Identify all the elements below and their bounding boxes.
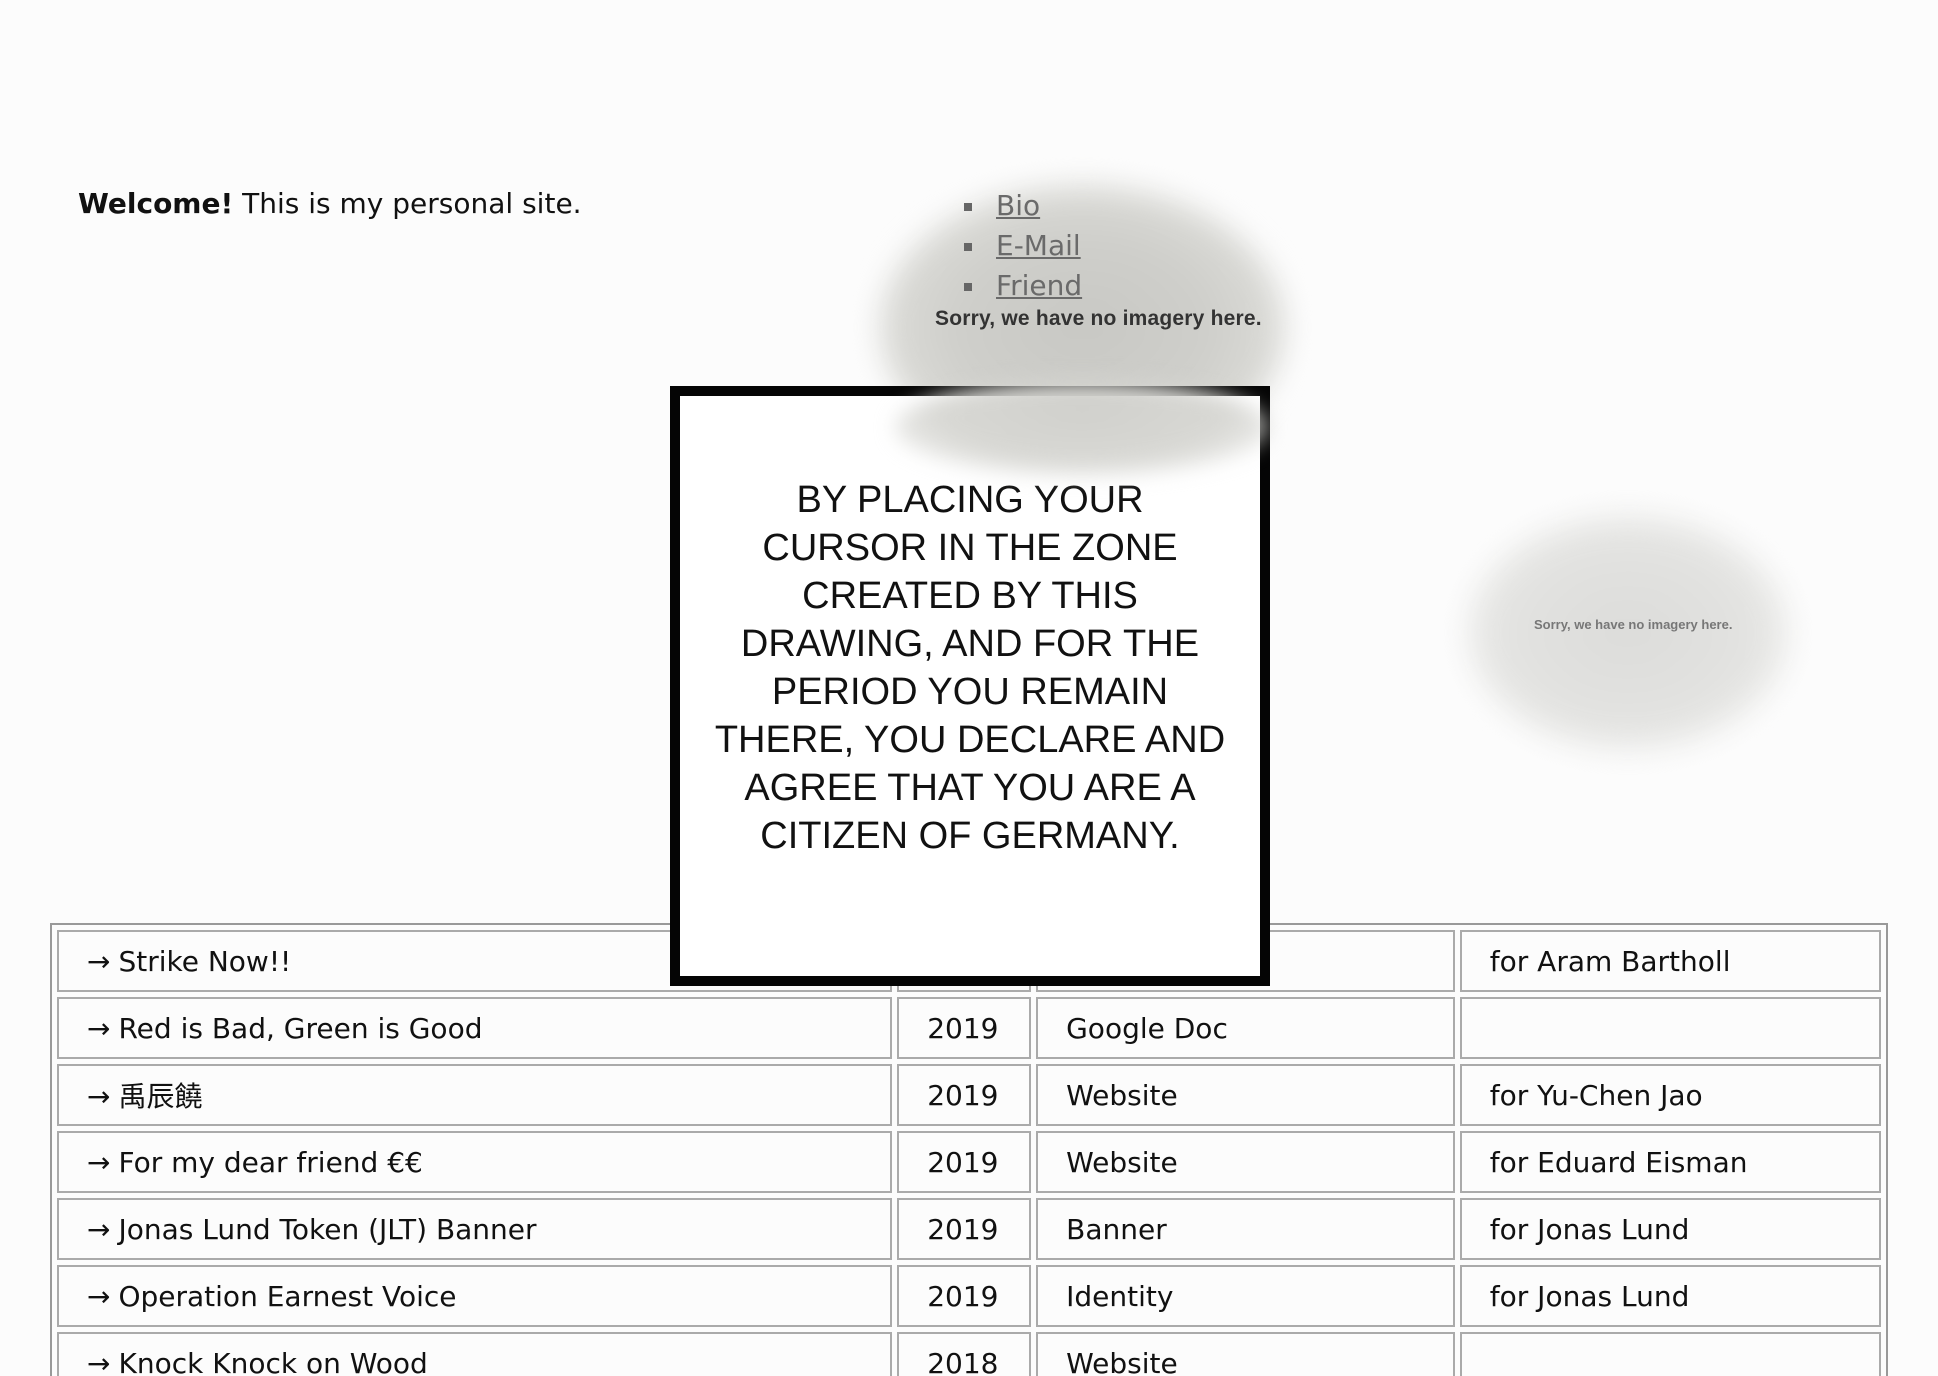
- work-type: Identity: [1036, 1265, 1455, 1327]
- welcome-bold: Welcome!: [78, 187, 234, 220]
- table-row[interactable]: → Jonas Lund Token (JLT) Banner 2019 Banner…: [57, 1198, 1881, 1260]
- work-type: Website: [1036, 1332, 1455, 1376]
- work-title[interactable]: Knock Knock on Wood: [118, 1347, 427, 1376]
- modal-cloud-overlay: [895, 380, 1270, 475]
- welcome-message: Welcome! This is my personal site.: [78, 186, 582, 222]
- table-row[interactable]: → 禹辰饒 2019 Website for Yu-Chen Jao: [57, 1064, 1881, 1126]
- map-no-imagery-text: Sorry, we have no imagery here.: [935, 307, 1262, 330]
- nav-item-email: E-Mail: [960, 226, 1082, 266]
- arrow-icon: →: [87, 1346, 111, 1376]
- work-credit: for Yu-Chen Jao: [1459, 1064, 1881, 1126]
- works-table: → Strike Now!! for Aram Bartholl → Red is Ba…: [50, 923, 1888, 1376]
- work-title[interactable]: Jonas Lund Token (JLT) Banner: [118, 1213, 536, 1246]
- work-title-cell[interactable]: → Operation Earnest Voice: [57, 1265, 893, 1327]
- nav-item-friend: Friend: [960, 266, 1082, 306]
- nav-link-friend[interactable]: Friend: [996, 269, 1082, 302]
- table-row[interactable]: → Red is Bad, Green is Good 2019 Google Doc: [57, 997, 1881, 1059]
- work-title[interactable]: For my dear friend €€: [118, 1146, 422, 1179]
- work-credit: for Aram Bartholl: [1459, 930, 1881, 992]
- work-credit: for Eduard Eisman: [1459, 1131, 1881, 1193]
- map-no-imagery-text-2: Sorry, we have no imagery here.: [1534, 617, 1733, 632]
- work-credit: for Jonas Lund: [1459, 1198, 1881, 1260]
- arrow-icon: →: [87, 1279, 111, 1313]
- work-year: 2019: [897, 997, 1032, 1059]
- work-year: 2019: [897, 1131, 1032, 1193]
- work-year: 2019: [897, 1064, 1032, 1126]
- work-title[interactable]: Red is Bad, Green is Good: [118, 1012, 482, 1045]
- arrow-icon: →: [87, 944, 111, 978]
- modal-text: BY PLACING YOUR CURSOR IN THE ZONE CREAT…: [714, 479, 1226, 857]
- work-title-cell[interactable]: → Jonas Lund Token (JLT) Banner: [57, 1198, 893, 1260]
- arrow-icon: →: [87, 1212, 111, 1246]
- citizenship-modal[interactable]: BY PLACING YOUR CURSOR IN THE ZONE CREAT…: [670, 386, 1270, 986]
- work-credit: for Jonas Lund: [1459, 1265, 1881, 1327]
- map-cloud-overlay-2: [1468, 515, 1788, 750]
- table-row[interactable]: → For my dear friend €€ 2019 Website for Edu…: [57, 1131, 1881, 1193]
- work-type: Website: [1036, 1064, 1455, 1126]
- arrow-icon: →: [87, 1011, 111, 1045]
- work-title-cell[interactable]: → Knock Knock on Wood: [57, 1332, 893, 1376]
- work-type: Banner: [1036, 1198, 1455, 1260]
- work-title-cell[interactable]: → Red is Bad, Green is Good: [57, 997, 893, 1059]
- welcome-text: This is my personal site.: [233, 187, 582, 220]
- nav-link-email[interactable]: E-Mail: [996, 229, 1081, 262]
- work-credit: [1459, 997, 1881, 1059]
- table-row[interactable]: → Operation Earnest Voice 2019 Identity for …: [57, 1265, 1881, 1327]
- work-year: 2018: [897, 1332, 1032, 1376]
- work-title[interactable]: Strike Now!!: [118, 945, 291, 978]
- arrow-icon: →: [87, 1080, 111, 1113]
- work-year: 2019: [897, 1265, 1032, 1327]
- work-type: Website: [1036, 1131, 1455, 1193]
- arrow-icon: →: [87, 1145, 111, 1179]
- work-title[interactable]: 禹辰饒: [118, 1080, 202, 1113]
- work-credit: [1459, 1332, 1881, 1376]
- nav-list: Bio E-Mail Friend: [960, 186, 1082, 306]
- work-title-cell[interactable]: → For my dear friend €€: [57, 1131, 893, 1193]
- nav-item-bio: Bio: [960, 186, 1082, 226]
- work-year: 2019: [897, 1198, 1032, 1260]
- work-title-cell[interactable]: → 禹辰饒: [57, 1064, 893, 1126]
- work-title[interactable]: Operation Earnest Voice: [118, 1280, 456, 1313]
- work-type: Google Doc: [1036, 997, 1455, 1059]
- nav-link-bio[interactable]: Bio: [996, 189, 1040, 222]
- table-row[interactable]: → Knock Knock on Wood 2018 Website: [57, 1332, 1881, 1376]
